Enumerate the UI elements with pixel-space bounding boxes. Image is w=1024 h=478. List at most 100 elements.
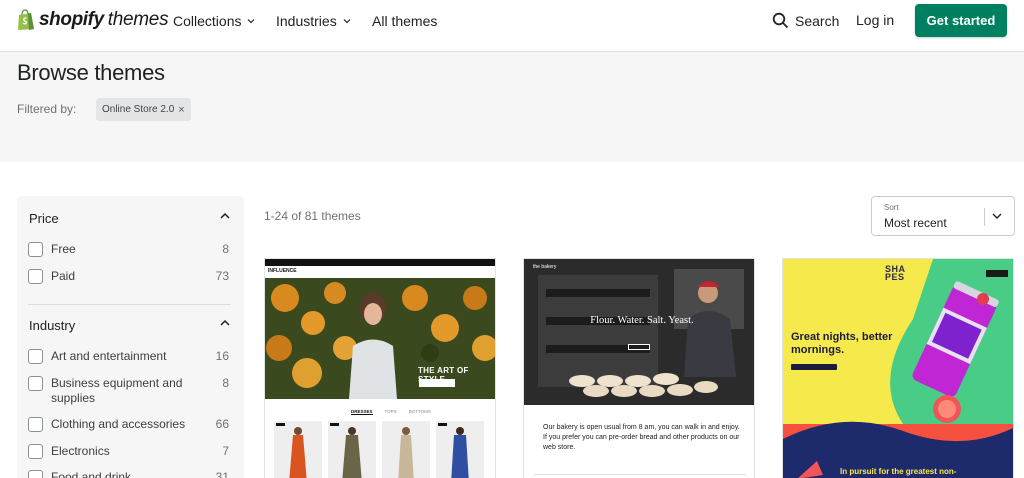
close-icon[interactable]: × bbox=[178, 104, 184, 116]
filter-option-electronics[interactable]: Electronics 7 bbox=[28, 444, 229, 459]
theme-preview-logo: INFLUENCE bbox=[268, 268, 297, 274]
filter-option-count: 66 bbox=[215, 417, 229, 431]
theme-preview-hero-button bbox=[628, 344, 650, 350]
filter-option-count: 31 bbox=[215, 470, 229, 478]
filter-option-count: 7 bbox=[222, 444, 229, 458]
theme-preview-hero: THE ART OF STYLE bbox=[265, 278, 495, 399]
theme-preview-tabs: DRESSES TOPS BOTTOMS bbox=[351, 409, 431, 415]
filter-option-paid[interactable]: Paid 73 bbox=[28, 269, 229, 284]
bakery-hero-image bbox=[524, 259, 754, 405]
search-label: Search bbox=[795, 12, 840, 29]
nav-industries-label: Industries bbox=[276, 13, 337, 29]
filter-industry-title[interactable]: Industry bbox=[29, 318, 75, 333]
filter-option-count: 8 bbox=[222, 376, 229, 390]
top-navigation: shopify themes Collections Industries Al… bbox=[0, 0, 1024, 52]
checkbox[interactable] bbox=[28, 444, 43, 459]
filter-option-free[interactable]: Free 8 bbox=[28, 242, 229, 257]
theme-preview-hero: the bakery Flour. Water. Salt. Yeast. bbox=[524, 259, 754, 405]
nav-all-themes-label: All themes bbox=[372, 13, 438, 29]
nav-collections[interactable]: Collections bbox=[173, 12, 255, 30]
theme-card-bakery[interactable]: the bakery Flour. Water. Salt. Yeast. Ou… bbox=[523, 258, 755, 478]
product-thumbnail bbox=[328, 421, 376, 478]
theme-preview-button bbox=[791, 364, 837, 370]
dress-image bbox=[451, 427, 469, 478]
theme-preview-divider bbox=[534, 474, 746, 475]
get-started-button[interactable]: Get started bbox=[915, 4, 1007, 37]
chevron-up-icon[interactable] bbox=[220, 212, 230, 220]
search-icon bbox=[772, 12, 789, 29]
filter-option-food-drink[interactable]: Food and drink 31 bbox=[28, 470, 229, 478]
filter-option-art-entertainment[interactable]: Art and entertainment 16 bbox=[28, 349, 229, 364]
theme-preview-brand: the bakery bbox=[533, 264, 557, 270]
filter-option-label: Clothing and accessories bbox=[51, 417, 186, 431]
filter-option-label: Art and entertainment bbox=[51, 349, 167, 363]
product-thumbnail bbox=[436, 421, 484, 478]
filter-sidebar: Price Free 8 Paid 73 Industry Art and en… bbox=[17, 196, 244, 478]
filtered-by-label: Filtered by: bbox=[17, 102, 77, 116]
nav-all-themes[interactable]: All themes bbox=[372, 12, 437, 30]
search-button[interactable]: Search bbox=[772, 12, 839, 29]
checkbox[interactable] bbox=[28, 242, 43, 257]
browse-header: Browse themes Filtered by: Online Store … bbox=[0, 52, 1024, 162]
sort-separator bbox=[984, 208, 985, 226]
theme-preview-tab: TOPS bbox=[384, 409, 397, 414]
chevron-down-icon bbox=[992, 213, 1002, 219]
filter-option-label: Free bbox=[51, 242, 76, 256]
chevron-down-icon bbox=[343, 19, 351, 24]
theme-preview-nav: INFLUENCE bbox=[265, 266, 495, 278]
checkbox[interactable] bbox=[28, 417, 43, 432]
filter-option-count: 8 bbox=[222, 242, 229, 256]
sort-select[interactable]: Sort Most recent bbox=[871, 196, 1015, 236]
product-badge bbox=[276, 423, 285, 426]
theme-preview-hero-button bbox=[419, 379, 455, 387]
theme-preview-body-text: Our bakery is open usual from 8 am, you … bbox=[543, 424, 740, 451]
chevron-down-icon bbox=[248, 19, 255, 24]
theme-preview-cta bbox=[986, 270, 1008, 277]
theme-preview-tagline: In pursuit for the greatest non- bbox=[840, 467, 957, 476]
logo-suffix: themes bbox=[107, 9, 169, 30]
theme-card-shapes[interactable]: SHA PES Great nights, better mornings. I… bbox=[782, 258, 1014, 478]
active-filter-label: Online Store 2.0 bbox=[102, 104, 175, 115]
chevron-up-icon[interactable] bbox=[220, 319, 230, 327]
product-badge bbox=[330, 423, 339, 426]
filter-option-label: Paid bbox=[51, 269, 76, 283]
filter-option-clothing-accessories[interactable]: Clothing and accessories 66 bbox=[28, 417, 229, 432]
page-title: Browse themes bbox=[17, 60, 165, 85]
sort-value: Most recent bbox=[884, 216, 947, 230]
theme-preview-headline: Flour. Water. Salt. Yeast. bbox=[590, 315, 694, 326]
theme-preview-logo: SHA PES bbox=[885, 265, 906, 282]
nav-collections-label: Collections bbox=[173, 13, 242, 29]
filter-price-title[interactable]: Price bbox=[29, 211, 59, 226]
filter-option-label: Business equipment and supplies bbox=[51, 376, 183, 405]
product-thumbnail bbox=[274, 421, 322, 478]
product-thumbnail bbox=[382, 421, 430, 478]
filter-option-business-equipment[interactable]: Business equipment and supplies 8 bbox=[28, 376, 229, 406]
logo-wordmark: shopify bbox=[39, 9, 104, 30]
theme-announcement-bar bbox=[265, 259, 495, 266]
nav-industries[interactable]: Industries bbox=[276, 12, 351, 30]
theme-card-influence[interactable]: INFLUENCE THE ART OF STYLE DRESSES TOPS … bbox=[264, 258, 496, 478]
theme-preview-logo-line: PES bbox=[885, 272, 905, 282]
result-count: 1-24 of 81 themes bbox=[264, 209, 361, 223]
active-filter-chip[interactable]: Online Store 2.0 × bbox=[96, 98, 191, 121]
dress-image bbox=[289, 427, 307, 478]
theme-preview-tab: BOTTOMS bbox=[408, 409, 431, 414]
theme-preview-tab: DRESSES bbox=[351, 409, 373, 415]
checkbox[interactable] bbox=[28, 269, 43, 284]
sort-label: Sort bbox=[884, 203, 899, 212]
filter-option-label: Food and drink bbox=[51, 470, 132, 478]
shopify-bag-icon bbox=[18, 9, 34, 30]
log-in-link[interactable]: Log in bbox=[856, 12, 894, 28]
filter-option-label: Electronics bbox=[51, 444, 110, 458]
theme-preview-headline: Great nights, better mornings. bbox=[791, 331, 893, 356]
shopify-themes-logo[interactable]: shopify themes bbox=[16, 8, 169, 32]
theme-preview-hero: SHA PES Great nights, better mornings. bbox=[783, 259, 1013, 424]
product-badge bbox=[438, 423, 447, 426]
checkbox[interactable] bbox=[28, 376, 43, 391]
filter-option-count: 73 bbox=[215, 269, 229, 283]
checkbox[interactable] bbox=[28, 349, 43, 364]
dress-image bbox=[398, 427, 414, 478]
section-divider bbox=[28, 304, 231, 305]
checkbox[interactable] bbox=[28, 470, 43, 478]
filter-option-count: 16 bbox=[215, 349, 229, 363]
